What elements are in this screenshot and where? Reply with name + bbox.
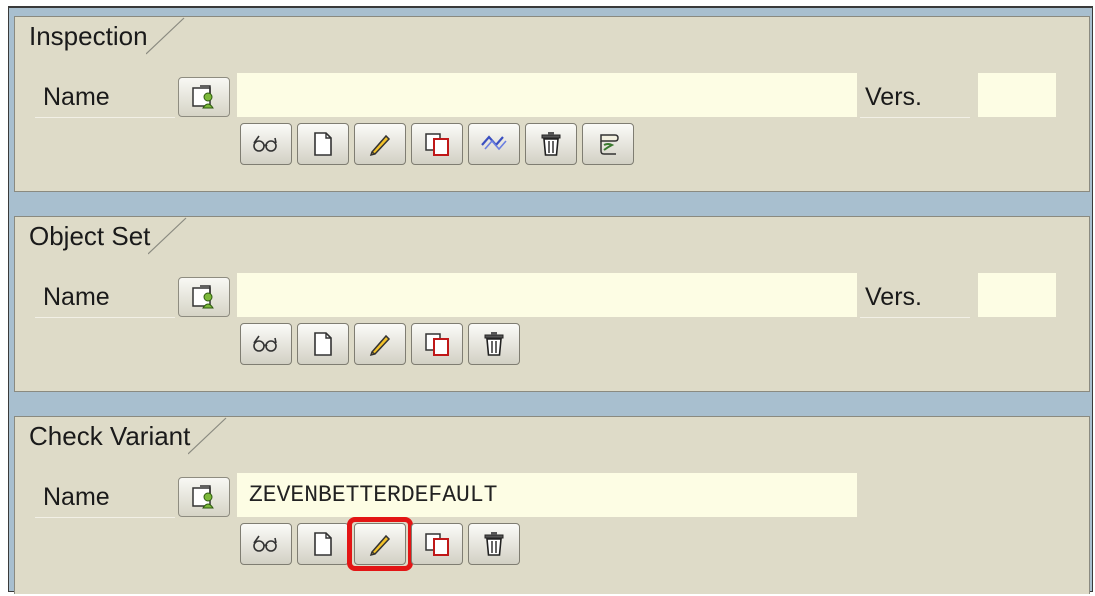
rename-button[interactable] [468, 123, 520, 165]
inspection-version-input[interactable] [978, 73, 1056, 117]
label-underline [35, 517, 175, 518]
create-button[interactable] [297, 123, 349, 165]
create-button[interactable] [297, 523, 349, 565]
tab-edge [145, 17, 184, 55]
delete-icon [539, 131, 563, 157]
value-help-button[interactable] [178, 277, 230, 317]
display-button[interactable] [240, 523, 292, 565]
copy-button[interactable] [411, 523, 463, 565]
vers-label: Vers. [865, 83, 922, 111]
display-button[interactable] [240, 123, 292, 165]
vers-label: Vers. [865, 283, 922, 311]
change-button[interactable] [347, 517, 413, 571]
create-icon [312, 131, 334, 157]
copy-icon [423, 531, 451, 557]
main-frame: Inspection Name Vers. Object Set Name Ve… [8, 6, 1093, 594]
group-title-text: Check Variant [29, 421, 191, 451]
value-help-button[interactable] [178, 477, 230, 517]
group-title-text: Object Set [29, 221, 151, 251]
delete-icon [482, 531, 506, 557]
inspection-group: Inspection Name Vers. [14, 16, 1090, 192]
inspection-name-input[interactable] [237, 73, 857, 117]
label-underline [35, 117, 175, 118]
object-set-version-input[interactable] [978, 273, 1056, 317]
label-underline [35, 317, 175, 318]
name-label: Name [43, 283, 110, 311]
name-label: Name [43, 83, 110, 111]
label-underline [860, 117, 970, 118]
rename-icon [479, 131, 509, 157]
change-icon [367, 331, 393, 357]
change-button[interactable] [354, 323, 406, 365]
delete-button[interactable] [468, 523, 520, 565]
change-icon [367, 131, 393, 157]
object-set-toolbar [240, 323, 520, 369]
group-title-text: Inspection [29, 21, 148, 51]
group-title-object-set: Object Set [15, 217, 188, 255]
value-help-icon [191, 284, 217, 310]
tab-edge [188, 417, 227, 455]
execute-icon [595, 131, 621, 157]
display-button[interactable] [240, 323, 292, 365]
value-help-button[interactable] [178, 77, 230, 117]
value-help-icon [191, 84, 217, 110]
object-set-group: Object Set Name Vers. [14, 216, 1090, 392]
delete-icon [482, 331, 506, 357]
tab-edge [148, 217, 187, 255]
display-icon [251, 532, 281, 556]
object-set-name-input[interactable] [237, 273, 857, 317]
create-icon [312, 531, 334, 557]
execute-button[interactable] [582, 123, 634, 165]
copy-icon [423, 131, 451, 157]
create-icon [312, 331, 334, 357]
group-title-inspection: Inspection [15, 17, 186, 55]
check-variant-group: Check Variant Name [14, 416, 1090, 594]
value-help-icon [191, 484, 217, 510]
check-variant-toolbar [240, 517, 520, 571]
copy-icon [423, 331, 451, 357]
change-icon [367, 531, 393, 557]
delete-button[interactable] [525, 123, 577, 165]
display-icon [251, 332, 281, 356]
create-button[interactable] [297, 323, 349, 365]
check-variant-name-input[interactable] [237, 473, 857, 517]
display-icon [251, 132, 281, 156]
delete-button[interactable] [468, 323, 520, 365]
change-button[interactable] [354, 123, 406, 165]
name-label: Name [43, 483, 110, 511]
copy-button[interactable] [411, 123, 463, 165]
copy-button[interactable] [411, 323, 463, 365]
group-title-check-variant: Check Variant [15, 417, 228, 455]
inspection-toolbar [240, 123, 634, 169]
label-underline [860, 317, 970, 318]
